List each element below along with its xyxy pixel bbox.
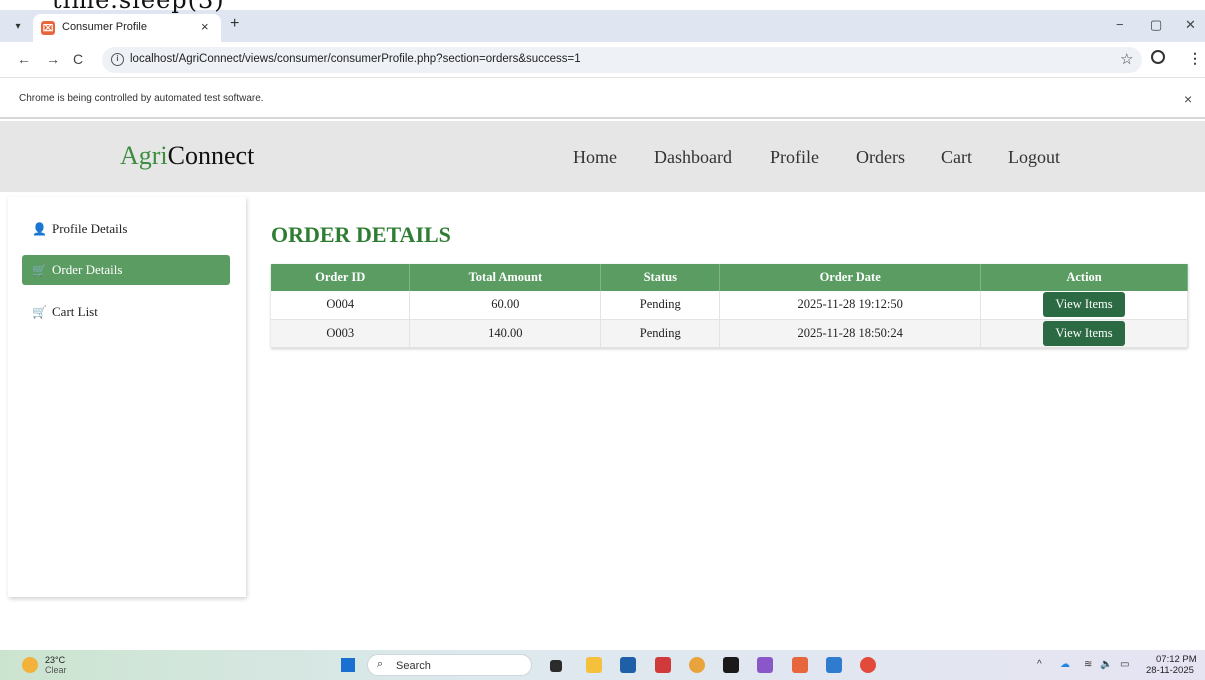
visual-studio-icon[interactable] [757, 657, 773, 673]
browser-toolbar: ← → C i localhost/AgriConnect/views/cons… [0, 42, 1205, 78]
site-info-icon[interactable]: i [111, 53, 124, 66]
column-header: Order ID [271, 264, 411, 291]
table-header-row: Order ID Total Amount Status Order Date … [271, 264, 1188, 291]
weather-temperature[interactable]: 23°C [45, 655, 65, 665]
tray-arrow-icon[interactable]: ^ [1037, 659, 1042, 670]
weather-description[interactable]: Clear [45, 665, 67, 675]
total-amount-cell: 60.00 [409, 291, 602, 320]
search-icon: ⌕ [377, 658, 384, 670]
tab-close-icon[interactable]: × [201, 19, 209, 34]
page-title: ORDER DETAILS [271, 222, 451, 247]
view-items-button[interactable]: View Items [1043, 292, 1125, 318]
pycharm-icon[interactable] [723, 657, 739, 673]
orders-table: Order ID Total Amount Status Order Date … [271, 264, 1188, 348]
tab-title: Consumer Profile [62, 21, 147, 33]
status-cell: Pending [600, 319, 721, 348]
sidebar-item-label: Cart List [52, 304, 98, 319]
xampp-favicon-icon: ⌧ [41, 21, 55, 35]
infobar-close-icon[interactable]: × [1184, 91, 1192, 107]
window-close-icon[interactable]: ✕ [1185, 17, 1196, 33]
windows-start-icon[interactable] [341, 658, 355, 672]
battery-icon[interactable]: ▭ [1120, 659, 1129, 670]
order-id-cell: O004 [271, 291, 411, 320]
logo-agri: Agri [120, 141, 168, 170]
automation-notice: Chrome is being controlled by automated … [19, 93, 264, 104]
nav-cart[interactable]: Cart [941, 147, 972, 168]
outlook-icon[interactable] [826, 657, 842, 673]
order-id-cell: O003 [271, 319, 411, 348]
sidebar-item-label: Profile Details [52, 221, 128, 236]
volume-icon[interactable]: 🔈 [1100, 659, 1112, 670]
table-row: O004 60.00 Pending 2025-11-28 19:12:50 V… [271, 291, 1188, 320]
screen: time.sleep(3) ▾ ⌧ Consumer Profile × + −… [0, 0, 1205, 680]
store-icon[interactable] [620, 657, 636, 673]
nav-profile[interactable]: Profile [770, 147, 819, 168]
chrome-canary-icon[interactable] [689, 657, 705, 673]
site-logo[interactable]: AgriConnect [120, 141, 254, 171]
forward-arrow-icon[interactable]: → [46, 51, 60, 67]
nav-orders[interactable]: Orders [856, 147, 905, 168]
taskbar-search[interactable]: ⌕ Search [367, 654, 532, 676]
weather-moon-icon[interactable] [22, 657, 38, 673]
cart-icon: 🛒 [32, 305, 47, 319]
column-header: Total Amount [409, 264, 602, 291]
profile-avatar-icon[interactable] [1151, 50, 1165, 64]
sidebar-item-order-details[interactable]: 🛒 Order Details [22, 255, 230, 285]
reload-icon[interactable]: C [73, 51, 83, 67]
new-tab-plus-icon[interactable]: + [230, 15, 239, 33]
logo-connect: Connect [167, 141, 255, 170]
site-header: AgriConnect Home Dashboard Profile Order… [0, 121, 1205, 192]
action-cell: View Items [980, 319, 1188, 348]
view-items-button[interactable]: View Items [1043, 320, 1125, 346]
nav-home[interactable]: Home [573, 147, 617, 168]
file-explorer-icon[interactable] [586, 657, 602, 673]
status-cell: Pending [600, 291, 721, 320]
user-icon: 👤 [32, 222, 47, 236]
clock-time[interactable]: 07:12 PM [1156, 654, 1197, 665]
sidebar-item-label: Order Details [52, 262, 123, 277]
column-header: Order Date [719, 264, 982, 291]
order-date-cell: 2025-11-28 18:50:24 [719, 319, 982, 348]
search-label: Search [396, 660, 431, 672]
nav-logout[interactable]: Logout [1008, 147, 1060, 168]
chrome-icon[interactable] [860, 657, 876, 673]
address-bar[interactable]: i localhost/AgriConnect/views/consumer/c… [102, 47, 1142, 73]
minimize-icon[interactable]: − [1116, 17, 1124, 32]
windows-taskbar: 23°C Clear ⌕ Search ^ ☁ ≋ 🔈 ▭ 07:12 PM 2… [0, 650, 1205, 680]
menu-kebab-icon[interactable]: ⋮ [1188, 50, 1202, 67]
xampp-icon[interactable] [792, 657, 808, 673]
sidebar: 👤 Profile Details 🛒 Order Details 🛒 Cart Li… [8, 197, 246, 597]
table-row: O003 140.00 Pending 2025-11-28 18:50:24 … [271, 319, 1188, 348]
url-text[interactable]: localhost/AgriConnect/views/consumer/con… [130, 53, 581, 65]
sidebar-item-cart-list[interactable]: 🛒 Cart List [22, 297, 230, 327]
column-header: Action [980, 264, 1188, 291]
app-grid-icon[interactable] [655, 657, 671, 673]
wifi-icon[interactable]: ≋ [1084, 659, 1092, 670]
sidebar-item-profile-details[interactable]: 👤 Profile Details [22, 214, 230, 244]
task-view-icon[interactable] [550, 660, 562, 672]
cart-icon: 🛒 [32, 263, 47, 277]
order-date-cell: 2025-11-28 19:12:50 [719, 291, 982, 320]
tab-consumer-profile[interactable]: ⌧ Consumer Profile × [33, 14, 221, 42]
nav-dashboard[interactable]: Dashboard [654, 147, 732, 168]
restore-icon[interactable]: ▢ [1150, 17, 1162, 33]
action-cell: View Items [980, 291, 1188, 320]
back-arrow-icon[interactable]: ← [17, 51, 31, 67]
column-header: Status [600, 264, 721, 291]
overlay-code-text: time.sleep(3) [52, 0, 225, 14]
tab-search-chevron-down-icon[interactable]: ▾ [10, 19, 26, 35]
browser-tab-strip: ▾ ⌧ Consumer Profile × + − ▢ ✕ [0, 10, 1205, 42]
clock-date[interactable]: 28-11-2025 [1146, 665, 1194, 676]
total-amount-cell: 140.00 [409, 319, 602, 348]
bookmark-star-icon[interactable]: ☆ [1120, 50, 1133, 68]
onedrive-icon[interactable]: ☁ [1060, 659, 1070, 670]
automation-infobar: Chrome is being controlled by automated … [0, 79, 1205, 119]
